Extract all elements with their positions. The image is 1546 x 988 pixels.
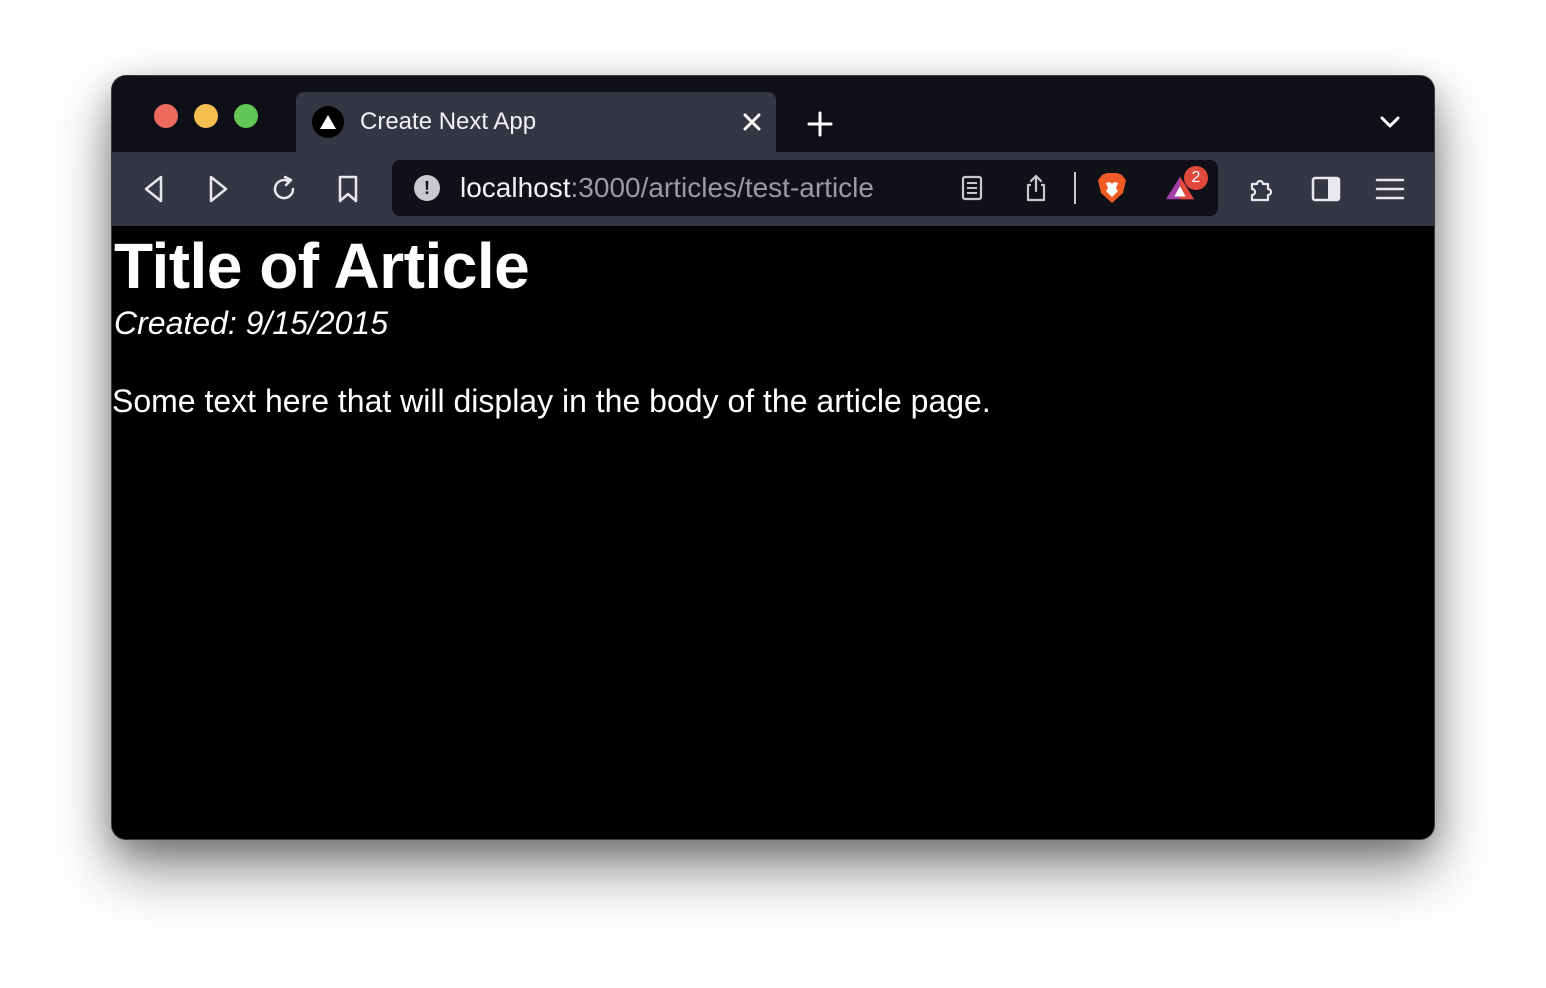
address-bar[interactable]: ! localhost:3000/articles/test-article 2 (392, 160, 1218, 216)
reload-icon[interactable] (266, 171, 302, 207)
site-info-icon[interactable]: ! (414, 175, 440, 201)
back-icon[interactable] (136, 171, 172, 207)
url-text[interactable]: localhost:3000/articles/test-article (460, 172, 874, 204)
minimize-window-button[interactable] (194, 104, 218, 128)
page-content: Title of Article Created: 9/15/2015 Some… (112, 226, 1434, 839)
article-body: Some text here that will display in the … (112, 383, 991, 419)
article-title: Title of Article (114, 230, 530, 302)
rewards-badge: 2 (1184, 166, 1208, 190)
menu-icon[interactable] (1372, 171, 1408, 207)
active-tab[interactable]: Create Next App (296, 92, 776, 152)
tab-close-icon[interactable] (740, 110, 764, 134)
brave-shields-icon[interactable] (1096, 172, 1128, 204)
forward-icon[interactable] (200, 171, 236, 207)
brave-rewards-icon[interactable]: 2 (1164, 166, 1208, 204)
zoom-window-button[interactable] (234, 104, 258, 128)
share-icon[interactable] (1020, 172, 1052, 204)
tab-bar: Create Next App (112, 76, 1434, 152)
navigation-toolbar: ! localhost:3000/articles/test-article 2 (112, 152, 1434, 226)
tab-title: Create Next App (360, 108, 537, 135)
address-bar-divider (1074, 172, 1076, 204)
browser-window: Create Next App ! localhost:3000/article… (112, 76, 1434, 839)
close-window-button[interactable] (154, 104, 178, 128)
chevron-down-icon[interactable] (1376, 110, 1404, 134)
bookmark-icon[interactable] (330, 171, 366, 207)
nextjs-triangle-icon (312, 106, 344, 138)
url-path: :3000/articles/test-article (570, 172, 874, 203)
sidebar-toggle-icon[interactable] (1308, 171, 1344, 207)
new-tab-button[interactable] (802, 106, 838, 142)
reader-mode-icon[interactable] (956, 172, 988, 204)
extensions-icon[interactable] (1244, 171, 1280, 207)
url-host: localhost (460, 172, 571, 203)
article-created-date: Created: 9/15/2015 (114, 305, 388, 341)
